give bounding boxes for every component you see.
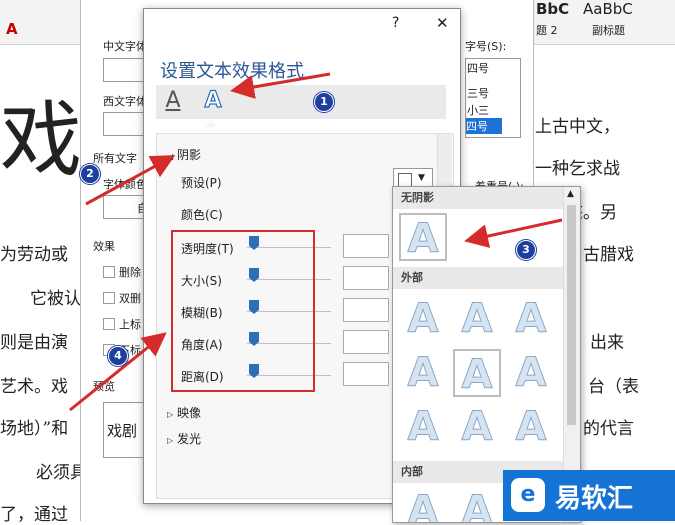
arrow-3	[464, 218, 563, 248]
step-badge-2: 2	[80, 164, 100, 184]
watermark-logo: e 易软汇	[503, 470, 675, 521]
step-badge-4: 4	[108, 346, 128, 366]
arrow-1	[230, 72, 331, 99]
arrow-2	[85, 155, 176, 206]
logo-icon: e	[511, 478, 545, 512]
logo-text: 易软汇	[555, 484, 634, 514]
annotation-arrows	[69, 72, 563, 412]
step-badge-1: 1	[314, 92, 334, 112]
step-badge-3: 3	[516, 240, 536, 260]
